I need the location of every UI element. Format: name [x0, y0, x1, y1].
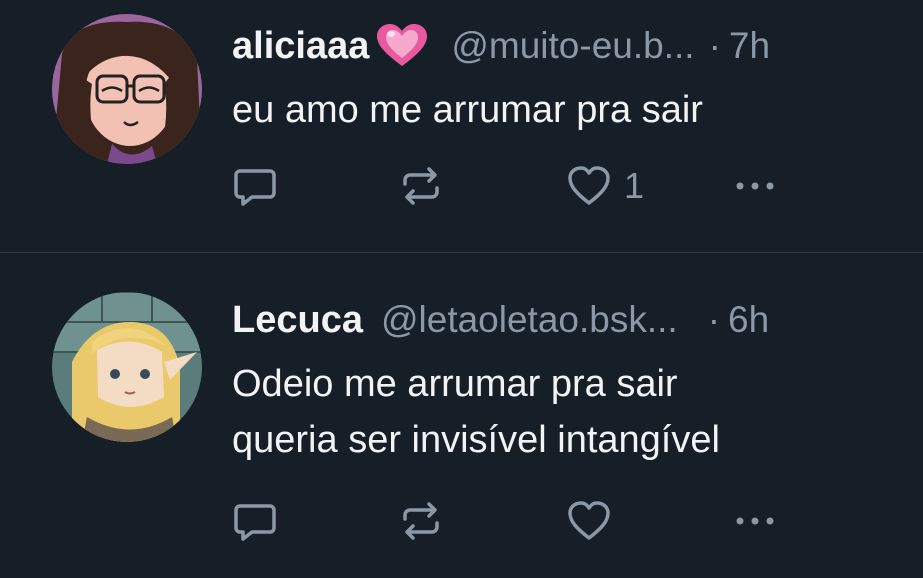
- post[interactable]: Lecuca @letaoletao.bsk... · 6h Odeio me …: [0, 0, 923, 541]
- post-text-line: Odeio me arrumar pra sair: [232, 363, 678, 405]
- handle[interactable]: @letaoletao.bsk...: [381, 299, 678, 341]
- more-options-button[interactable]: [732, 498, 778, 544]
- repost-button[interactable]: [398, 498, 444, 544]
- comment-icon: [232, 498, 278, 544]
- more-icon: [732, 498, 778, 544]
- post-text-line: queria ser invisível intangível: [232, 419, 720, 461]
- display-name[interactable]: Lecuca: [232, 299, 363, 342]
- post-header: Lecuca @letaoletao.bsk... · 6h: [232, 294, 769, 346]
- separator: ·: [707, 299, 721, 340]
- timestamp[interactable]: 6h: [728, 299, 769, 341]
- post-text: Odeio me arrumar pra sair queria ser inv…: [232, 356, 720, 468]
- reply-button[interactable]: [232, 498, 278, 544]
- avatar[interactable]: [52, 292, 202, 442]
- repost-icon: [398, 498, 444, 544]
- heart-icon: [566, 498, 612, 544]
- like-button[interactable]: [566, 498, 612, 544]
- post-actions: [232, 498, 792, 544]
